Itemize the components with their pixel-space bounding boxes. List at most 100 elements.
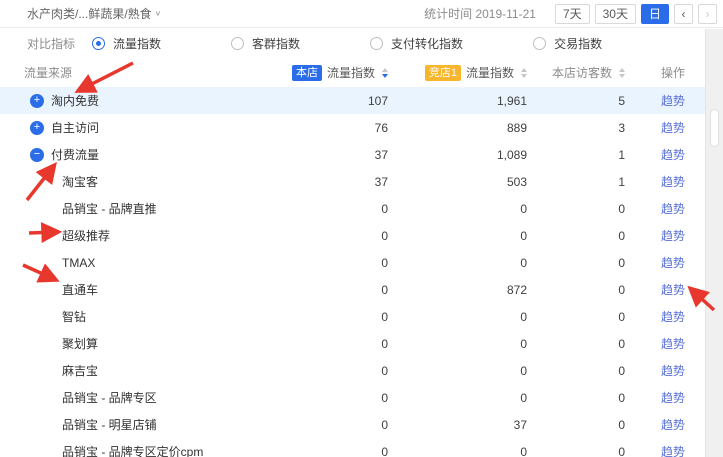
own-index-value: 0 (268, 283, 388, 297)
row-source-cell[interactable]: − 付费流量 (24, 146, 268, 163)
metric-radio-group: 流量指数 客群指数 支付转化指数 交易指数 (92, 35, 672, 52)
trend-link[interactable]: 趋势 (661, 121, 685, 135)
table-row: 智钻 0 0 0 趋势 (0, 303, 705, 330)
own-visitors-value: 0 (527, 418, 625, 432)
own-index-value: 107 (268, 94, 388, 108)
metric-radio-3[interactable]: 交易指数 (533, 35, 602, 52)
table-row: TMAX 0 0 0 趋势 (0, 249, 705, 276)
table-row: 品销宝 - 明星店铺 0 37 0 趋势 (0, 411, 705, 438)
table-row: − 付费流量 37 1,089 1 趋势 (0, 141, 705, 168)
prev-day-button[interactable]: ‹ (674, 4, 693, 24)
traffic-source-table: 流量来源 本店 流量指数 竞店1 流量指数 本店访客数 (0, 58, 705, 457)
metric-radio-0[interactable]: 流量指数 (92, 35, 161, 52)
table-body: + 淘内免费 107 1,961 5 趋势 + 自主访问 76 889 3 趋势… (0, 87, 705, 457)
vertical-scrollbar-thumb[interactable] (710, 109, 719, 147)
trend-link[interactable]: 趋势 (661, 418, 685, 432)
own-index-value: 0 (268, 364, 388, 378)
row-source-label: 品销宝 - 品牌专区定价cpm (62, 443, 203, 457)
rival-index-label: 流量指数 (466, 64, 514, 81)
category-selector[interactable]: 水产肉类/...鲜蔬果/熟食 ∨ (27, 5, 161, 22)
table-row: 聚划算 0 0 0 趋势 (0, 330, 705, 357)
trend-link[interactable]: 趋势 (661, 175, 685, 189)
metric-radio-1[interactable]: 客群指数 (231, 35, 300, 52)
trend-link[interactable]: 趋势 (661, 337, 685, 351)
radio-icon (533, 37, 546, 50)
trend-link[interactable]: 趋势 (661, 445, 685, 457)
row-source-label: 自主访问 (51, 119, 99, 136)
row-source-cell[interactable]: + 自主访问 (24, 119, 268, 136)
table-row: 直通车 0 872 0 趋势 (0, 276, 705, 303)
range-day-button[interactable]: 日 (641, 4, 669, 24)
rival-index-value: 37 (388, 418, 527, 432)
row-source-label: 直通车 (62, 281, 98, 298)
own-visitors-value: 0 (527, 364, 625, 378)
range-30days-button[interactable]: 30天 (595, 4, 636, 24)
col-header-action: 操作 (625, 64, 685, 81)
own-index-value: 0 (268, 256, 388, 270)
row-source-cell[interactable]: 超级推荐 (24, 227, 268, 244)
col-header-own-index[interactable]: 本店 流量指数 (268, 64, 388, 81)
collapse-icon[interactable]: − (30, 148, 44, 162)
row-source-label: 品销宝 - 明星店铺 (62, 416, 157, 433)
row-source-cell[interactable]: 品销宝 - 品牌专区 (24, 389, 268, 406)
expand-icon[interactable]: + (30, 121, 44, 135)
top-bar: 水产肉类/...鲜蔬果/熟食 ∨ 统计时间 2019-11-21 7天 30天 … (0, 0, 723, 28)
rival-index-value: 0 (388, 202, 527, 216)
rival-index-value: 0 (388, 310, 527, 324)
row-source-cell[interactable]: 麻吉宝 (24, 362, 268, 379)
own-index-value: 37 (268, 148, 388, 162)
table-row: + 自主访问 76 889 3 趋势 (0, 114, 705, 141)
row-source-cell[interactable]: TMAX (24, 256, 268, 270)
own-visitors-value: 0 (527, 202, 625, 216)
row-source-cell[interactable]: 直通车 (24, 281, 268, 298)
trend-link[interactable]: 趋势 (661, 229, 685, 243)
table-row: 品销宝 - 品牌直推 0 0 0 趋势 (0, 195, 705, 222)
row-source-cell[interactable]: + 淘内免费 (24, 92, 268, 109)
rival-index-value: 0 (388, 445, 527, 457)
table-header: 流量来源 本店 流量指数 竞店1 流量指数 本店访客数 (0, 58, 705, 87)
vertical-scrollbar-track[interactable] (705, 29, 723, 457)
col-header-own-visitors[interactable]: 本店访客数 (527, 64, 625, 81)
own-visitors-value: 3 (527, 121, 625, 135)
trend-link[interactable]: 趋势 (661, 391, 685, 405)
row-source-cell[interactable]: 品销宝 - 品牌专区定价cpm (24, 443, 268, 457)
metric-radio-2[interactable]: 支付转化指数 (370, 35, 463, 52)
rival-index-value: 0 (388, 391, 527, 405)
trend-link[interactable]: 趋势 (661, 202, 685, 216)
own-visitors-value: 0 (527, 337, 625, 351)
next-day-button[interactable]: › (698, 4, 717, 24)
table-row: 淘宝客 37 503 1 趋势 (0, 168, 705, 195)
row-source-label: 超级推荐 (62, 227, 110, 244)
row-source-label: 淘内免费 (51, 92, 99, 109)
trend-link[interactable]: 趋势 (661, 310, 685, 324)
rival-index-value: 889 (388, 121, 527, 135)
own-index-value: 0 (268, 337, 388, 351)
trend-link[interactable]: 趋势 (661, 148, 685, 162)
table-row: 品销宝 - 品牌专区定价cpm 0 0 0 趋势 (0, 438, 705, 457)
rival-index-value: 0 (388, 256, 527, 270)
row-source-cell[interactable]: 淘宝客 (24, 173, 268, 190)
row-source-cell[interactable]: 聚划算 (24, 335, 268, 352)
own-visitors-value: 0 (527, 256, 625, 270)
rival-index-value: 0 (388, 229, 527, 243)
row-source-cell[interactable]: 品销宝 - 品牌直推 (24, 200, 268, 217)
radio-icon (231, 37, 244, 50)
col-header-rival-index[interactable]: 竞店1 流量指数 (388, 64, 527, 81)
metric-radio-label: 客群指数 (252, 35, 300, 52)
range-7days-button[interactable]: 7天 (555, 4, 590, 24)
trend-link[interactable]: 趋势 (661, 283, 685, 297)
own-index-value: 0 (268, 310, 388, 324)
rival-store-badge: 竞店1 (425, 65, 461, 81)
row-source-cell[interactable]: 品销宝 - 明星店铺 (24, 416, 268, 433)
row-source-cell[interactable]: 智钻 (24, 308, 268, 325)
row-source-label: 品销宝 - 品牌直推 (62, 200, 157, 217)
trend-link[interactable]: 趋势 (661, 94, 685, 108)
own-index-value: 76 (268, 121, 388, 135)
rival-index-value: 503 (388, 175, 527, 189)
trend-link[interactable]: 趋势 (661, 256, 685, 270)
trend-link[interactable]: 趋势 (661, 364, 685, 378)
own-index-value: 0 (268, 229, 388, 243)
row-source-label: TMAX (62, 256, 95, 270)
expand-icon[interactable]: + (30, 94, 44, 108)
own-visitors-label: 本店访客数 (552, 64, 612, 81)
